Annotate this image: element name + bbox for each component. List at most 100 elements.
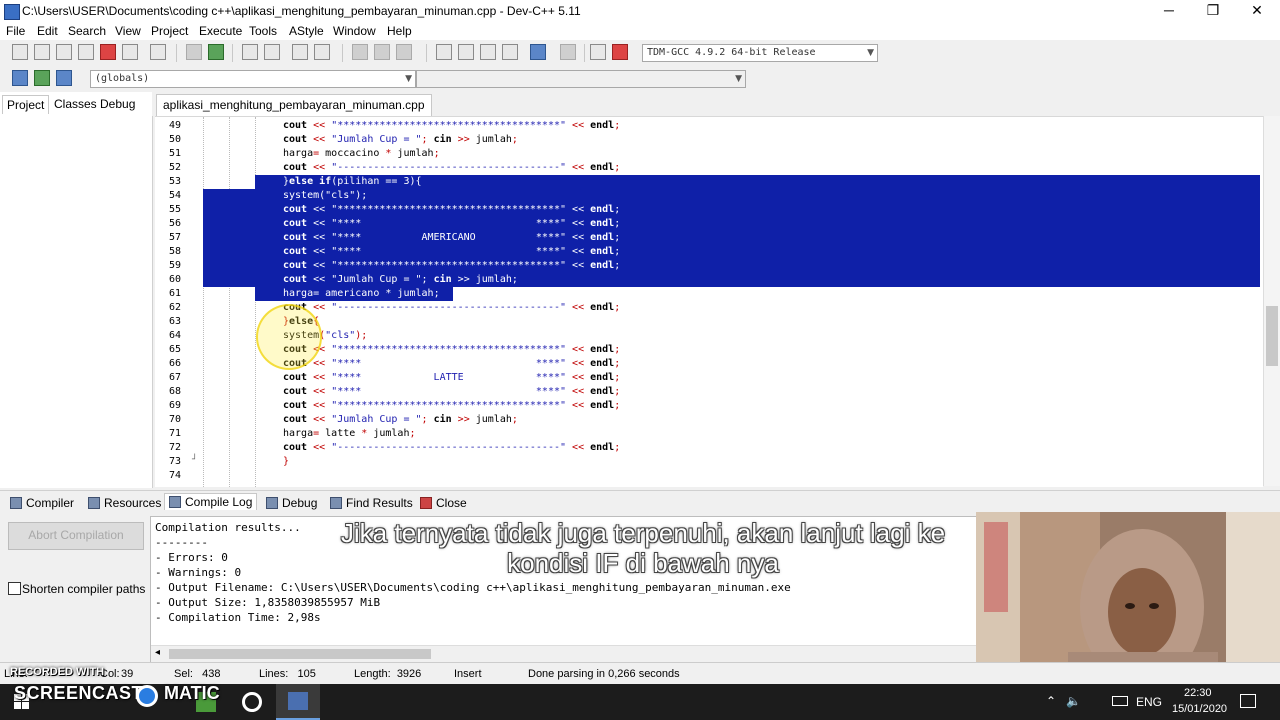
code-line[interactable]: 74 [155,469,1263,483]
shorten-paths-checkbox[interactable] [8,582,21,595]
profile-chart-icon[interactable] [590,44,606,60]
print-icon[interactable] [150,44,166,60]
code-line[interactable]: 63}else{ [155,315,1263,329]
redo-icon[interactable] [208,44,224,60]
battery-icon[interactable] [1112,696,1128,706]
menu-edit[interactable]: Edit [37,24,58,38]
log-horizontal-scrollbar[interactable]: ◂ [151,645,977,662]
rebuild-icon[interactable] [502,44,518,60]
toggle-bookmark-icon[interactable] [34,70,50,86]
code-line[interactable]: 53}else if(pilihan == 3){ [155,175,1263,189]
editor-vertical-scrollbar[interactable] [1263,116,1280,486]
code-editor[interactable]: 49 cout << "*****************************… [155,116,1263,487]
language-indicator[interactable]: ENG [1136,695,1162,709]
code-line[interactable]: 56 cout << "**** ****" << endl; [155,217,1263,231]
scroll-thumb[interactable] [1266,306,1278,366]
code-line[interactable]: 65 cout << "*****************************… [155,343,1263,357]
find-icon[interactable] [242,44,258,60]
menu-window[interactable]: Window [333,24,376,38]
insert-icon[interactable] [12,70,28,86]
taskbar-devcpp-button[interactable] [276,684,320,720]
run-icon[interactable] [458,44,474,60]
menu-tools[interactable]: Tools [249,24,277,38]
tab-close[interactable]: Close [416,495,471,511]
indent-icon[interactable] [374,44,390,60]
tab-project[interactable]: Project [2,95,50,114]
compiler-select[interactable]: TDM-GCC 4.9.2 64-bit Release ▼ [642,44,878,62]
screencast-app-icon[interactable] [242,692,262,712]
code-line[interactable]: 60 cout << "Jumlah Cup = "; cin >> jumlah… [155,273,1263,287]
window-title: C:\Users\USER\Documents\coding c++\aplik… [22,4,581,18]
compile-run-icon[interactable] [480,44,496,60]
debug-icon[interactable] [612,44,628,60]
line-number: 50 [168,134,181,145]
scope-select[interactable]: (globals) ▼ [90,70,416,88]
compile-icon[interactable] [436,44,452,60]
clock-date[interactable]: 15/01/2020 [1172,703,1227,715]
menu-file[interactable]: File [6,24,25,38]
menu-astyle[interactable]: AStyle [289,24,324,38]
tab-debug[interactable]: Debug [96,95,139,113]
code-line[interactable]: 51 harga= moccacino * jumlah; [155,147,1263,161]
new-file-icon[interactable] [12,44,28,60]
code-line[interactable]: 50 cout << "Jumlah Cup = "; cin >> jumlah… [155,133,1263,147]
tab-compiler[interactable]: Compiler [6,495,78,511]
open-project-icon[interactable] [34,44,50,60]
maximize-button[interactable]: ❐ [1190,0,1236,22]
bookmark-icon[interactable] [314,44,330,60]
scroll-left-icon[interactable]: ◂ [155,647,160,658]
goto-bookmark-icon[interactable] [56,70,72,86]
code-line[interactable]: 61 harga= americano * jumlah; [155,287,1263,301]
code-line[interactable]: 57 cout << "**** AMERICANO ****" << endl; [155,231,1263,245]
fold-marker-icon[interactable]: ┘ [192,455,197,465]
tray-chevron-up-icon[interactable]: ⌃ [1046,694,1056,708]
tab-debug-bottom[interactable]: Debug [262,495,321,511]
code-line[interactable]: 62 cout << "-----------------------------… [155,301,1263,315]
tab-find-results[interactable]: Find Results [326,495,417,511]
minimize-button[interactable]: ─ [1146,0,1192,22]
code-line[interactable]: 70 cout << "Jumlah Cup = "; cin >> jumlah… [155,413,1263,427]
undo-icon[interactable] [186,44,202,60]
goto-icon[interactable] [292,44,308,60]
code-line[interactable]: 67 cout << "**** LATTE ****" << endl; [155,371,1263,385]
code-line[interactable]: 58 cout << "**** ****" << endl; [155,245,1263,259]
menu-search[interactable]: Search [68,24,106,38]
menu-help[interactable]: Help [387,24,412,38]
stop-icon[interactable] [560,44,576,60]
clock-time[interactable]: 22:30 [1184,687,1212,699]
code-line[interactable]: 52 cout << "-----------------------------… [155,161,1263,175]
save-icon[interactable] [78,44,94,60]
close-file-icon[interactable] [122,44,138,60]
code-line[interactable]: 66 cout << "**** ****" << endl; [155,357,1263,371]
line-number: 63 [168,316,181,327]
code-line[interactable]: 73} ┘ [155,455,1263,469]
replace-icon[interactable] [264,44,280,60]
toggle-comment-icon[interactable] [396,44,412,60]
save-all-icon[interactable] [100,44,116,60]
unindent-icon[interactable] [352,44,368,60]
volume-icon[interactable]: 🔈 [1066,694,1081,708]
notification-icon[interactable] [1240,694,1256,708]
code-line[interactable]: 55 cout << "*****************************… [155,203,1263,217]
code-line[interactable]: 49 cout << "*****************************… [155,119,1263,133]
code-line[interactable]: 54 system("cls"); [155,189,1263,203]
tab-compile-log[interactable]: Compile Log [164,493,258,510]
abort-compilation-button[interactable]: Abort Compilation [8,522,144,550]
open-file-icon[interactable] [56,44,72,60]
line-number: 52 [168,162,181,173]
menu-execute[interactable]: Execute [199,24,242,38]
editor-tab-file[interactable]: aplikasi_menghitung_pembayaran_minuman.c… [156,94,432,117]
tab-classes[interactable]: Classes [50,95,101,113]
syntax-check-icon[interactable] [530,44,546,60]
code-line[interactable]: 59 cout << "*****************************… [155,259,1263,273]
code-line[interactable]: 72 cout << "-----------------------------… [155,441,1263,455]
code-line[interactable]: 71 harga= latte * jumlah; [155,427,1263,441]
menu-project[interactable]: Project [151,24,188,38]
tab-resources[interactable]: Resources [84,495,165,511]
code-line[interactable]: 69 cout << "*****************************… [155,399,1263,413]
close-button[interactable]: ✕ [1234,0,1280,22]
menu-view[interactable]: View [115,24,141,38]
scroll-thumb[interactable] [169,649,431,659]
member-select[interactable]: ▼ [416,70,746,88]
code-line[interactable]: 68 cout << "**** ****" << endl; [155,385,1263,399]
